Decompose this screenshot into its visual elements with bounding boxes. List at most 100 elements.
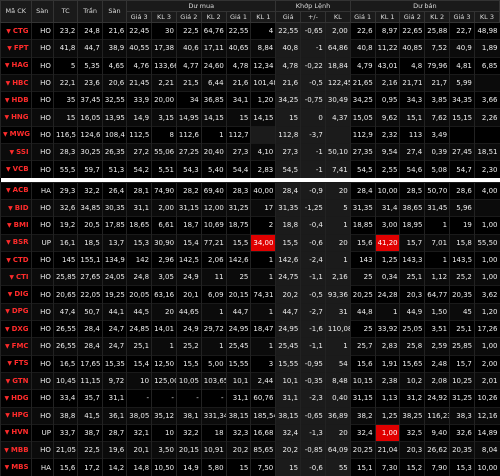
symbol-label: DPG [11, 307, 29, 316]
match-change: -1,1 [300, 337, 326, 356]
stock-row-hbc[interactable]: ▼ HBC HO 22,1 23,6 20,6 21,45 2,21 21,5 6,44 21,6 1… [0, 73, 500, 92]
stock-row-mwg[interactable]: ▼ MWG HO 116,5 124,6 108,4 112,5 8 112,6 1 112,7 11… [0, 125, 500, 144]
bid-vol-3: 6,61 [151, 216, 177, 235]
match-price: 15 [275, 108, 301, 127]
stock-row-mbs[interactable]: ▼ MBS HA 15,6 17,2 14,2 14,8 10,50 14,9 5,80 15 7,5… [0, 458, 500, 476]
stock-row-fpt[interactable]: ▼ FPT HO 41,8 44,7 38,9 40,55 17,38 40,6 17,11 40,… [0, 39, 500, 58]
reference-price: 116,5 [52, 125, 78, 144]
down-triangle-icon: ▼ [6, 239, 11, 247]
stock-row-fmc[interactable]: ▼ FMC HO 26,55 28,4 24,7 25,1 1 25,2 1 25,45 1 25,45… [0, 337, 500, 356]
stock-row-bsr[interactable]: ▼ BSR UP 16,1 18,5 13,7 15,3 30,90 15,4 77,21 15,5… [0, 233, 500, 252]
header-ask-0[interactable]: Giá 1 [349, 11, 376, 23]
stock-symbol[interactable]: ▼ SSI [0, 143, 32, 161]
header-ask-1[interactable]: KL 1 [374, 11, 401, 23]
header-match-2[interactable]: KL [324, 11, 351, 23]
stock-row-fts[interactable]: ▼ FTS HO 16,5 17,65 15,35 15,4 12,50 15,5 5,00 15,… [0, 354, 500, 373]
stock-row-mbb[interactable]: ▼ MBB HO 21,05 22,5 19,6 20,1 3,50 20,15 10,91 20,… [0, 441, 500, 459]
stock-symbol[interactable]: ▼ HDG [0, 389, 32, 408]
match-change: -2,3 [300, 389, 326, 408]
stock-symbol[interactable]: ▼ BMI [0, 216, 32, 235]
header-bid-4[interactable]: Giá 1 [225, 11, 252, 23]
stock-symbol[interactable]: ▼ MBB [0, 441, 32, 459]
stock-symbol[interactable]: ▼ DIG [0, 285, 32, 304]
stock-row-hvn[interactable]: ▼ HVN UP 33,7 38,7 28,7 32,1 10 32,2 18 32,3 16,68 3… [0, 423, 500, 442]
stock-row-ctg[interactable]: ▼ CTG HO 23,2 24,8 21,6 22,45 30 22,5 64,76 22,55 4… [0, 21, 500, 40]
stock-symbol[interactable]: ▼ HDB [0, 91, 32, 109]
header-floor[interactable]: Sàn [101, 0, 128, 23]
stock-row-dig[interactable]: ▼ DIG HO 20,65 22,05 19,25 20,05 63,16 20,1 6,09 2… [0, 285, 500, 304]
stock-row-ssi[interactable]: ▼ SSI HO 28,3 30,25 26,35 27,2 55,06 27,25 20,40 2… [0, 143, 500, 161]
header-bid-2[interactable]: Giá 2 [175, 11, 202, 23]
stock-symbol[interactable]: ▼ HNG [0, 108, 32, 127]
stock-row-hdb[interactable]: ▼ HDB HO 35 37,45 32,55 33,9 20,00 34 36,85 34,1 1,… [0, 91, 500, 109]
header-ask-4[interactable]: Giá 3 [449, 11, 475, 23]
ask-price-1: 15,05 [349, 108, 376, 127]
header-bid-0[interactable]: Giá 3 [126, 11, 153, 23]
stock-symbol[interactable]: ▼ BSR [0, 233, 32, 252]
stock-symbol[interactable]: ▼ HVN [0, 423, 32, 442]
stock-symbol[interactable]: ▼ HPG [0, 406, 32, 425]
match-price: 15,55 [275, 354, 301, 373]
stock-row-bid[interactable]: ▼ BID HO 32,6 34,85 30,35 31,1 2,00 31,15 12,00 31… [0, 198, 500, 217]
stock-row-dxg[interactable]: ▼ DXG HO 26,55 28,4 24,7 24,85 14,01 24,9 29,72 24… [0, 320, 500, 338]
header-ask-2[interactable]: Giá 2 [399, 11, 426, 23]
price-board: Mã CK Sàn TC Trần Sàn Dư mua Khớp Lệnh D… [0, 0, 500, 476]
stock-symbol[interactable]: ▼ HAG [0, 56, 32, 75]
bid-vol-1: 1 [250, 268, 276, 286]
bid-vol-1: 60,76 [250, 389, 276, 408]
stock-row-hpg[interactable]: ▼ HPG HO 38,8 41,5 36,1 38,05 35,12 38,1 331,34 38… [0, 406, 500, 425]
stock-row-cti[interactable]: ▼ CTI HO 25,85 27,65 24,05 24,8 3,05 24,9 11 25 1 24… [0, 268, 500, 286]
exchange-cell: HA [30, 458, 54, 476]
bid-price-3: 40,55 [126, 39, 152, 58]
bid-vol-2: 1 [200, 125, 227, 144]
down-triangle-icon: ▼ [5, 79, 11, 87]
ask-vol-3: 1,00 [473, 216, 500, 235]
stock-row-hdg[interactable]: ▼ HDG HO 33,4 35,7 31,1- - - -31,1 60,76 31,1 -2,3 0… [0, 389, 500, 408]
header-bid-5[interactable]: KL 1 [250, 11, 277, 23]
header-ask-3[interactable]: KL 2 [424, 11, 451, 23]
stock-row-dpg[interactable]: ▼ DPG HO 47,4 50,7 44,1 44,5 20 44,65 1 44,7 1 44,7-… [0, 302, 500, 321]
header-bid-1[interactable]: KL 3 [151, 11, 177, 23]
bid-vol-3: 2,96 [151, 250, 177, 269]
stock-row-bmi[interactable]: ▼ BMI HO 19,2 20,5 17,85 18,65 6,61 18,7 10,69 18,… [0, 216, 500, 235]
stock-symbol[interactable]: ▼ HBC [0, 73, 32, 92]
ask-price-1: 21,65 [349, 73, 376, 92]
stock-symbol[interactable]: ▼ BID [0, 198, 32, 217]
bid-price-3: 20,05 [126, 285, 152, 304]
stock-symbol[interactable]: ▼ DXG [0, 320, 32, 338]
header-match-1[interactable]: +/- [300, 11, 326, 23]
stock-row-gtn[interactable]: ▼ GTN HO 10,45 11,15 9,72 10 125,00 10,05 103,65 1… [0, 371, 500, 390]
ceiling-price: 27,65 [77, 268, 103, 286]
stock-symbol[interactable]: ▼ FPT [0, 39, 32, 58]
ask-price-2: 28,5 [399, 181, 425, 200]
header-exchange[interactable]: Sàn [30, 0, 54, 23]
header-ask-5[interactable]: KL 3 [473, 11, 500, 23]
header-symbol[interactable]: Mã CK [0, 0, 32, 23]
stock-symbol[interactable]: ▼ MWG [0, 125, 32, 144]
stock-symbol[interactable]: ▼ CTI [0, 268, 32, 286]
match-price: 31,1 [275, 389, 301, 408]
stock-symbol[interactable]: ▼ FMC [0, 337, 32, 356]
stock-row-acb[interactable]: ▼ ACB HA 29,3 32,2 26,4 28,1 74,90 28,2 69,40 28,3… [0, 181, 500, 200]
bid-vol-3: 63,16 [151, 285, 177, 304]
stock-symbol[interactable]: ▼ DPG [0, 302, 32, 321]
header-match-0[interactable]: Giá [275, 11, 302, 23]
header-ceiling[interactable]: Trần [77, 0, 103, 23]
stock-symbol[interactable]: ▼ FTS [0, 354, 32, 373]
stock-symbol[interactable]: ▼ CTG [0, 21, 32, 40]
stock-row-ctd[interactable]: ▼ CTD HO 145 155,1 134,9 142 2,96 142,5 2,06 142,6… [0, 250, 500, 269]
bid-vol-1: 1 [250, 250, 276, 269]
stock-symbol[interactable]: ▼ GTN [0, 371, 32, 390]
stock-symbol[interactable]: ▼ ACB [0, 181, 32, 200]
stock-row-hag[interactable]: ▼ HAG HO 5 5,35 4,65 4,76 133,66 4,77 24,60 4,78 12… [0, 56, 500, 75]
header-reference[interactable]: TC [52, 0, 79, 23]
stock-row-hng[interactable]: ▼ HNG HO 15 16,05 13,95 14,9 3,15 14,95 14,15 15 14… [0, 108, 500, 127]
exchange-cell: HO [30, 302, 54, 321]
stock-row-vcb[interactable]: ▼ VCB HO 55,5 59,7 51,3 54,2 5,51 54,3 5,40 54,4 2,… [0, 160, 500, 178]
ask-vol-3: 1,00 [473, 268, 500, 286]
stock-symbol[interactable]: ▼ CTD [0, 250, 32, 269]
header-bid-3[interactable]: KL 2 [200, 11, 227, 23]
stock-symbol[interactable]: ▼ MBS [0, 458, 32, 476]
ask-price-1: 25,7 [349, 337, 376, 356]
stock-symbol[interactable]: ▼ VCB [0, 160, 32, 178]
